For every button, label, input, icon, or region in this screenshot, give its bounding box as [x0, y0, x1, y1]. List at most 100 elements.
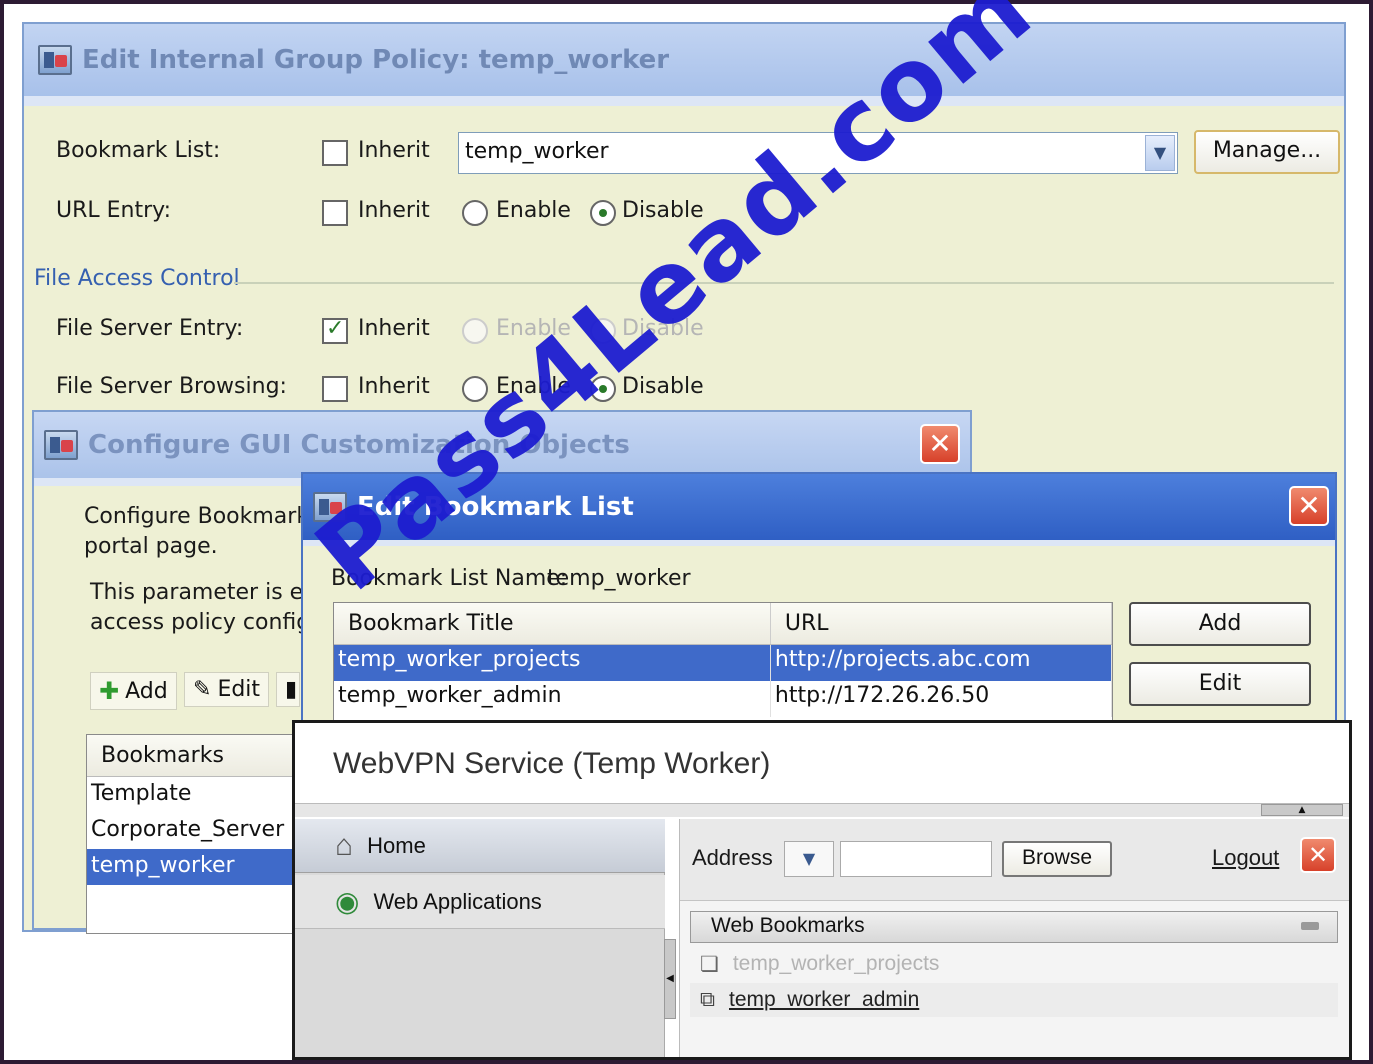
- edit-bookmark-button[interactable]: Edit: [1129, 662, 1311, 706]
- group-policy-title: Edit Internal Group Policy: temp_worker: [82, 45, 670, 75]
- bookmark-url-cell: http://172.26.26.50: [771, 681, 1112, 717]
- bookmark-inherit-label: Inherit: [358, 138, 430, 163]
- manage-button[interactable]: Manage...: [1194, 130, 1340, 174]
- bookmark-list-name-label: Bookmark List Name:: [331, 566, 568, 591]
- edit-bookmark-list-window: Edit Bookmark List ✕ Bookmark List Name:…: [301, 472, 1337, 742]
- close-icon[interactable]: ✕: [1289, 486, 1329, 526]
- nav-item-home[interactable]: ⌂ Home: [295, 819, 665, 873]
- bookmark-url-cell: http://projects.abc.com: [771, 645, 1112, 681]
- url-disable-radio[interactable]: [590, 200, 616, 226]
- bookmark-list-titlebar: Edit Bookmark List: [303, 474, 1335, 540]
- webvpn-portal-window: WebVPN Service (Temp Worker) ▲ ⌂ Home ◉ …: [292, 720, 1352, 1060]
- file-server-browsing-label: File Server Browsing:: [56, 374, 287, 399]
- file-access-legend: File Access Control: [34, 266, 240, 291]
- fse-disable-label: Disable: [622, 316, 704, 341]
- url-enable-radio[interactable]: [462, 200, 488, 226]
- close-icon[interactable]: ✕: [920, 424, 960, 464]
- external-link-icon: ⧉: [700, 988, 715, 1011]
- nav-item-label: Home: [367, 832, 426, 858]
- fse-enable-radio: [462, 318, 488, 344]
- gui-customization-title: Configure GUI Customization Objects: [88, 430, 630, 460]
- url-enable-label: Enable: [496, 198, 571, 223]
- chevron-down-icon: ▼: [802, 849, 816, 868]
- portal-nav: ⌂ Home ◉ Web Applications ◀: [295, 819, 676, 1057]
- bookmark-inherit-checkbox[interactable]: [322, 140, 348, 166]
- fsb-enable-radio[interactable]: [462, 376, 488, 402]
- table-row[interactable]: temp_worker: [87, 849, 295, 885]
- nav-item-label: Web Applications: [373, 888, 542, 914]
- bookmarks-table-header: Bookmarks: [87, 735, 295, 777]
- collapse-nav-icon[interactable]: ◀: [664, 939, 676, 1019]
- portal-content: Address ▼ Browse Logout ✕ Web Bookmarks …: [679, 819, 1349, 1057]
- add-bookmark-list-button[interactable]: ✚ Add: [90, 672, 177, 710]
- url-inherit-label: Inherit: [358, 198, 430, 223]
- asdm-app-icon: [44, 430, 78, 460]
- col-bookmark-title[interactable]: Bookmark Title: [334, 603, 771, 644]
- file-server-entry-label: File Server Entry:: [56, 316, 244, 341]
- chevron-down-icon[interactable]: ▼: [1145, 135, 1175, 171]
- list-item[interactable]: ⧉ temp_worker_admin: [690, 983, 1338, 1017]
- url-entry-label: URL Entry:: [56, 198, 171, 223]
- minimize-icon[interactable]: [1301, 922, 1319, 930]
- table-row[interactable]: temp_worker_admin http://172.26.26.50: [334, 681, 1112, 717]
- webvpn-header-strip: ▲: [295, 803, 1349, 817]
- url-inherit-checkbox[interactable]: [322, 200, 348, 226]
- web-bookmarks-label: Web Bookmarks: [711, 914, 865, 937]
- bookmark-list-label: Bookmark List:: [56, 138, 221, 163]
- fse-inherit-checkbox[interactable]: [322, 316, 348, 344]
- webvpn-title: WebVPN Service (Temp Worker): [333, 747, 771, 780]
- address-label: Address: [692, 845, 773, 870]
- bookmark-list-body: Bookmark List Name: temp_worker Bookmark…: [303, 540, 1335, 742]
- table-row[interactable]: Corporate_Server: [87, 813, 295, 849]
- asdm-app-icon: [38, 45, 72, 75]
- fsb-enable-label: Enable: [496, 374, 571, 399]
- table-row[interactable]: Template: [87, 777, 295, 813]
- table-row[interactable]: temp_worker_projects http://projects.abc…: [334, 645, 1112, 681]
- address-input[interactable]: [840, 841, 992, 877]
- fsb-disable-radio[interactable]: [590, 376, 616, 402]
- browse-button[interactable]: Browse: [1002, 841, 1112, 877]
- group-policy-titlebar: Edit Internal Group Policy: temp_worker: [24, 24, 1344, 96]
- fse-enable-label: Enable: [496, 316, 571, 341]
- add-icon: ✚: [99, 677, 120, 705]
- gui-desc-line4: access policy configu: [90, 610, 325, 635]
- bookmark-list-title: Edit Bookmark List: [357, 492, 634, 522]
- bookmarks-table: Bookmarks Template Corporate_Server temp…: [86, 734, 296, 934]
- add-bookmark-button[interactable]: Add: [1129, 602, 1311, 646]
- fse-inherit-label: Inherit: [358, 316, 430, 341]
- protocol-dropdown[interactable]: ▼: [784, 841, 834, 877]
- bookmark-link: temp_worker_projects: [732, 952, 940, 975]
- url-disable-label: Disable: [622, 198, 704, 223]
- collapse-header-icon[interactable]: ▲: [1261, 804, 1343, 816]
- web-bookmarks-header: Web Bookmarks: [690, 911, 1338, 943]
- bookmark-title-cell: temp_worker_admin: [334, 681, 771, 717]
- trash-icon: ▮: [285, 677, 298, 702]
- asdm-app-icon: [313, 492, 347, 522]
- bookmark-page-icon: ❏: [700, 952, 719, 976]
- fsb-inherit-label: Inherit: [358, 374, 430, 399]
- address-bar: Address ▼ Browse Logout ✕: [680, 819, 1349, 901]
- col-url[interactable]: URL: [771, 603, 1112, 644]
- screenshot-frame: Edit Internal Group Policy: temp_worker …: [0, 0, 1373, 1064]
- bookmark-list-select[interactable]: temp_worker ▼: [458, 132, 1178, 174]
- bookmark-grid-header: Bookmark Title URL: [334, 603, 1112, 645]
- gui-customization-titlebar: Configure GUI Customization Objects: [34, 412, 970, 478]
- list-item[interactable]: ❏ temp_worker_projects: [690, 947, 1338, 981]
- gui-desc-line2: portal page.: [84, 534, 218, 559]
- bookmark-title-cell: temp_worker_projects: [334, 645, 771, 681]
- gui-desc-line3: This parameter is enf: [90, 580, 325, 605]
- fse-disable-radio: [590, 318, 616, 344]
- delete-icon[interactable]: ▮: [276, 672, 300, 707]
- bookmark-list-value: temp_worker: [465, 139, 609, 164]
- logout-link[interactable]: Logout: [1212, 845, 1279, 871]
- bookmark-link: temp_worker_admin: [729, 988, 920, 1011]
- bookmark-list-name-value: temp_worker: [547, 566, 691, 591]
- globe-icon: ◉: [335, 886, 360, 917]
- edit-label: Edit: [217, 677, 261, 702]
- edit-bookmark-list-button[interactable]: ✎ Edit: [184, 672, 270, 707]
- file-access-divider: [234, 282, 1334, 284]
- nav-item-web-applications[interactable]: ◉ Web Applications: [295, 875, 665, 929]
- home-icon: ⌂: [335, 828, 354, 862]
- logout-close-icon[interactable]: ✕: [1300, 837, 1336, 873]
- fsb-inherit-checkbox[interactable]: [322, 376, 348, 402]
